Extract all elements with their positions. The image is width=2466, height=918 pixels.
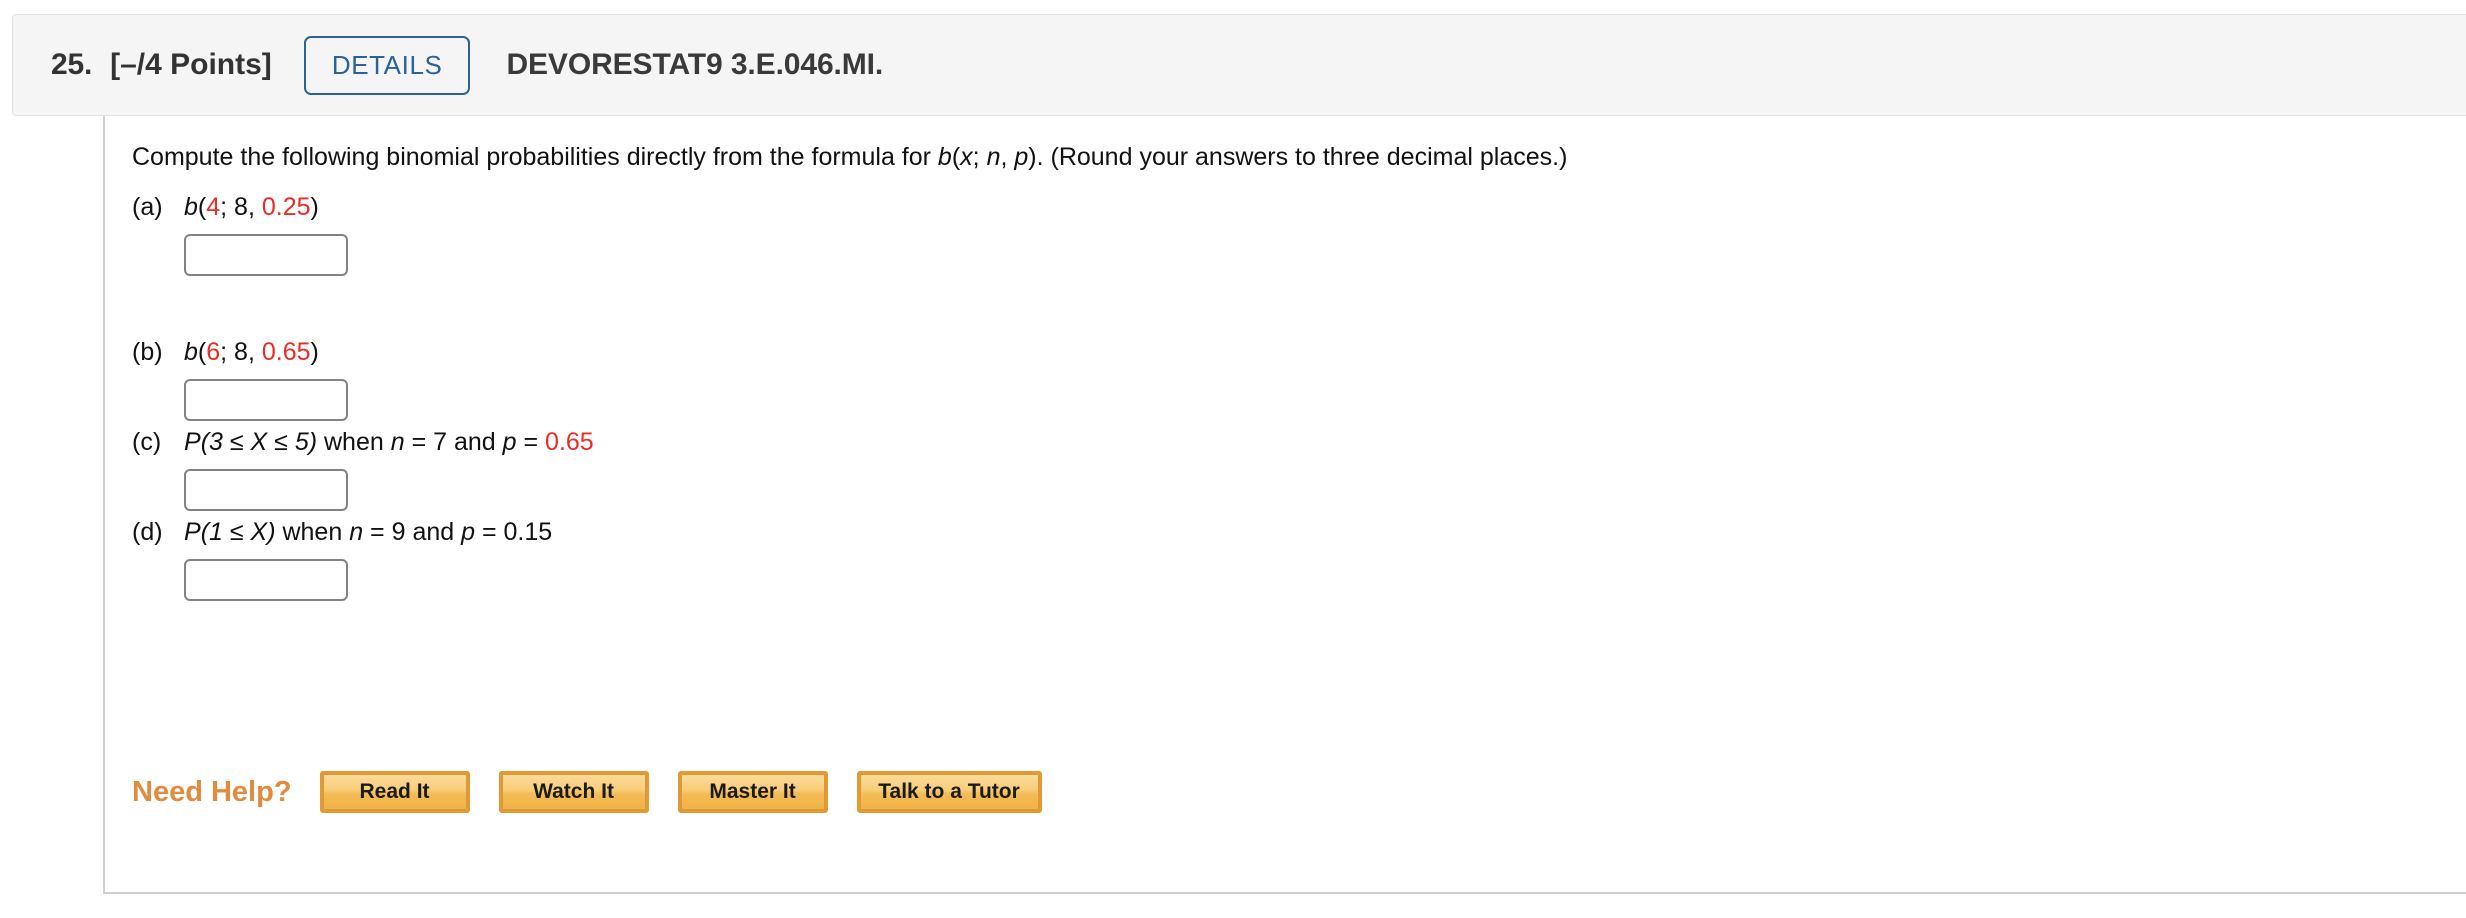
- part-d-p-value: 0.15: [503, 518, 553, 546]
- problem-header: 25. [–/4 Points] DETAILS DEVORESTAT9 3.E…: [12, 14, 2466, 116]
- question-part-a: (a) b(4; 8, 0.25): [132, 193, 348, 276]
- prompt-separator-semicolon: ;: [972, 143, 987, 171]
- part-d-n-eq: =: [363, 518, 392, 546]
- part-d-letter: (d): [132, 518, 163, 546]
- part-c-n-symbol: n: [390, 428, 405, 456]
- part-c-p-value: 0.65: [545, 428, 594, 456]
- talk-to-a-tutor-button[interactable]: Talk to a Tutor: [856, 771, 1042, 813]
- prompt-symbol-x: x: [960, 143, 973, 171]
- part-c-and: and: [447, 428, 503, 456]
- part-a-paren-open: (: [197, 193, 207, 221]
- points-label: [–/4 Points]: [110, 48, 272, 81]
- part-c-when: when: [317, 428, 391, 456]
- part-a-n-value: 8: [234, 193, 248, 221]
- part-d-and: and: [405, 518, 462, 546]
- part-c-letter: (c): [132, 428, 162, 456]
- prompt-separator-comma: ,: [1000, 143, 1015, 171]
- details-button[interactable]: DETAILS: [303, 35, 471, 95]
- part-c-prob-symbol: P: [184, 428, 201, 456]
- part-c-interval: (3 ≤ X ≤ 5): [200, 428, 318, 456]
- part-b-sep2: ,: [247, 338, 262, 366]
- part-a-sep1: ;: [220, 193, 235, 221]
- assignment-code: DEVORESTAT9 3.E.046.MI.: [506, 48, 884, 81]
- part-d-p-eq: =: [475, 518, 504, 546]
- part-a-paren-close: ): [310, 193, 319, 221]
- part-b-sep1: ;: [220, 338, 235, 366]
- part-a-sep2: ,: [247, 193, 262, 221]
- part-a-expression: b(4; 8, 0.25): [184, 193, 319, 222]
- part-b-n-value: 8: [234, 338, 248, 366]
- part-d-expression: P(1 ≤ X) when n = 9 and p = 0.15: [184, 518, 552, 547]
- question-part-d: (d) P(1 ≤ X) when n = 9 and p = 0.15: [132, 518, 552, 601]
- part-c-expression-row: (c) P(3 ≤ X ≤ 5) when n = 7 and p = 0.65: [132, 428, 594, 457]
- part-a-func: b: [184, 193, 198, 221]
- part-a-x-value: 4: [206, 193, 221, 221]
- prompt-paren-open: (: [951, 143, 961, 171]
- part-a-p-value: 0.25: [261, 193, 311, 221]
- part-c-expression: P(3 ≤ X ≤ 5) when n = 7 and p = 0.65: [184, 428, 594, 457]
- part-c-answer-input[interactable]: [184, 469, 348, 511]
- part-d-expression-row: (d) P(1 ≤ X) when n = 9 and p = 0.15: [132, 518, 552, 547]
- part-b-x-value: 6: [206, 338, 221, 366]
- master-it-button[interactable]: Master It: [677, 771, 828, 813]
- question-part-b: (b) b(6; 8, 0.65): [132, 338, 348, 421]
- part-d-answer-input[interactable]: [184, 559, 348, 601]
- prompt-text-lead: Compute the following binomial probabili…: [132, 143, 938, 171]
- problem-number: 25.: [51, 48, 93, 81]
- part-c-n-eq: =: [404, 428, 434, 456]
- part-b-letter: (b): [132, 338, 163, 366]
- part-b-paren-close: ): [310, 338, 319, 366]
- part-b-p-value: 0.65: [261, 338, 311, 366]
- question-body: Compute the following binomial probabili…: [103, 116, 2466, 894]
- watch-it-button[interactable]: Watch It: [498, 771, 649, 813]
- part-b-answer-input[interactable]: [184, 379, 348, 421]
- part-a-answer-input[interactable]: [184, 234, 348, 276]
- part-c-p-eq: =: [516, 428, 546, 456]
- need-help-label: Need Help?: [132, 775, 292, 808]
- question-part-c: (c) P(3 ≤ X ≤ 5) when n = 7 and p = 0.65: [132, 428, 594, 511]
- part-c-p-symbol: p: [502, 428, 517, 456]
- prompt-symbol-b: b: [937, 143, 952, 171]
- part-d-prob-symbol: P: [184, 518, 201, 546]
- prompt-symbol-p: p: [1014, 143, 1029, 171]
- part-d-n-symbol: n: [349, 518, 364, 546]
- part-b-paren-open: (: [197, 338, 207, 366]
- prompt-text-tail: ). (Round your answers to three decimal …: [1028, 143, 1568, 171]
- part-d-when: when: [275, 518, 350, 546]
- part-d-p-symbol: p: [461, 518, 476, 546]
- part-a-letter: (a): [132, 193, 163, 221]
- part-c-n-value: 7: [433, 428, 448, 456]
- prompt-symbol-n: n: [986, 143, 1001, 171]
- part-b-func: b: [184, 338, 198, 366]
- need-help-row: Need Help? Read It Watch It Master It Ta…: [132, 771, 1042, 813]
- part-d-n-value: 9: [391, 518, 406, 546]
- part-b-expression: b(6; 8, 0.65): [184, 338, 319, 367]
- part-d-interval: (1 ≤ X): [200, 518, 276, 546]
- question-prompt: Compute the following binomial probabili…: [132, 141, 1567, 174]
- part-b-expression-row: (b) b(6; 8, 0.65): [132, 338, 348, 367]
- read-it-button[interactable]: Read It: [319, 771, 470, 813]
- part-a-expression-row: (a) b(4; 8, 0.25): [132, 193, 348, 222]
